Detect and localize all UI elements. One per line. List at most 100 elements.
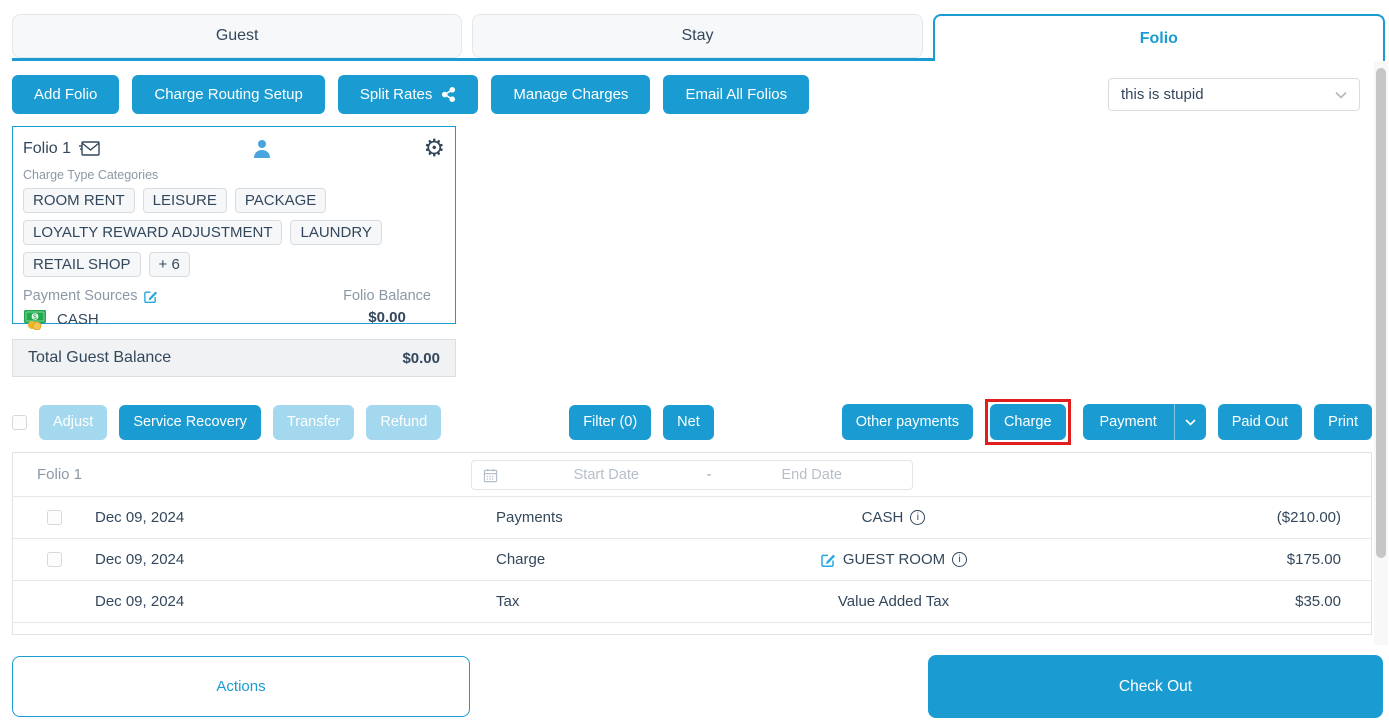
row-detail: Value Added Tax [838,593,949,610]
edit-payment-sources-icon[interactable] [143,289,158,304]
tab-guest[interactable]: Guest [12,14,462,58]
total-guest-balance-value: $0.00 [402,350,440,367]
row-checkbox[interactable] [47,552,62,567]
row-checkbox[interactable] [47,510,62,525]
tab-folio-label: Folio [1140,30,1178,48]
category-chip: LOYALTY REWARD ADJUSTMENT [23,220,282,245]
end-date-placeholder[interactable]: End Date [711,467,912,483]
email-all-folios-button[interactable]: Email All Folios [663,75,809,114]
refund-button[interactable]: Refund [366,405,441,440]
folio-balance-block: Folio Balance $0.00 [343,288,431,330]
row-checkbox-cell [47,552,95,567]
filter-action-group: Filter (0) Net [569,405,714,440]
split-rates-label: Split Rates [360,86,433,103]
check-out-button[interactable]: Check Out [928,655,1383,718]
right-action-group: Other payments Charge Payment Paid Out P… [842,399,1372,445]
folio-select-value: this is stupid [1121,86,1204,103]
left-action-group: Adjust Service Recovery Transfer Refund [12,405,441,440]
net-button[interactable]: Net [663,405,714,440]
total-guest-balance-label: Total Guest Balance [28,349,171,367]
charge-button[interactable]: Charge [990,404,1066,440]
scrollbar-thumb[interactable] [1376,68,1386,558]
folio-balance-label: Folio Balance [343,288,431,304]
row-detail-cell: GUEST ROOM i [646,551,1141,568]
payment-chevron-down-icon[interactable] [1175,404,1206,440]
service-recovery-button[interactable]: Service Recovery [119,405,261,440]
folio-card-header: Folio 1 ⚙ [23,137,445,161]
payment-sources-label: Payment Sources [23,288,137,304]
payment-source-item: $ CASH [23,308,158,330]
row-date: Dec 09, 2024 [95,593,496,610]
tab-bar: Guest Stay Folio [12,14,1385,61]
more-categories-badge[interactable]: + 6 [149,252,190,277]
row-date: Dec 09, 2024 [95,509,496,526]
category-chip: PACKAGE [235,188,326,213]
table-row-charge: Dec 09, 2024 Charge GUEST ROOM i $175.00 [13,539,1371,581]
charge-type-categories: ROOM RENT LEISURE PACKAGE LOYALTY REWARD… [23,188,445,277]
payment-source-name: CASH [57,311,99,328]
payment-button-label: Payment [1083,404,1174,440]
row-detail-cell: Value Added Tax [646,593,1141,610]
charge-type-categories-label: Charge Type Categories [23,168,445,182]
select-all-checkbox[interactable] [12,415,27,430]
folio-card-footer: Payment Sources $ CASH Folio Balance $0.… [23,288,445,330]
category-chip: LAUNDRY [290,220,381,245]
charge-routing-setup-button[interactable]: Charge Routing Setup [132,75,324,114]
info-icon[interactable]: i [952,552,967,567]
row-type: Charge [496,551,646,568]
row-detail: CASH [862,509,904,526]
date-range-input[interactable]: Start Date - End Date [471,460,913,490]
tab-guest-label: Guest [216,27,259,45]
table-header: Folio 1 Start Date - End Date [13,453,1371,497]
row-amount: $35.00 [1141,593,1341,610]
tab-folio[interactable]: Folio [933,14,1385,61]
folio-select-dropdown[interactable]: this is stupid [1108,78,1360,111]
transaction-actions-row: Adjust Service Recovery Transfer Refund … [12,400,1372,444]
category-chip: RETAIL SHOP [23,252,141,277]
tab-stay-label: Stay [681,27,713,45]
email-folio-icon[interactable] [78,141,100,157]
filter-button[interactable]: Filter (0) [569,405,651,440]
chevron-down-icon [1335,91,1347,99]
actions-button[interactable]: Actions [12,656,470,717]
category-chip: ROOM RENT [23,188,135,213]
folio-card: Folio 1 ⚙ Charge Type Categories ROOM RE… [12,126,456,324]
transactions-table: Folio 1 Start Date - End Date Dec 09, 20… [12,452,1372,635]
share-icon [441,87,456,102]
add-folio-button[interactable]: Add Folio [12,75,119,114]
edit-charge-icon[interactable] [820,552,836,568]
adjust-button[interactable]: Adjust [39,405,107,440]
total-guest-balance: Total Guest Balance $0.00 [12,339,456,377]
cash-icon: $ [23,308,49,330]
folio-toolbar: Add Folio Charge Routing Setup Split Rat… [12,75,1360,114]
vertical-scrollbar[interactable] [1374,62,1388,645]
other-payments-button[interactable]: Other payments [842,404,973,440]
payment-sources-row: Payment Sources [23,288,158,304]
gear-icon[interactable]: ⚙ [423,137,445,161]
info-icon[interactable]: i [910,510,925,525]
row-type: Tax [496,593,646,610]
folio-title-label: Folio 1 [23,140,71,158]
row-amount: ($210.00) [1141,509,1341,526]
tab-stay[interactable]: Stay [472,14,922,58]
payment-split-button[interactable]: Payment [1083,404,1206,440]
print-button[interactable]: Print [1314,404,1372,440]
transfer-button[interactable]: Transfer [273,405,354,440]
svg-text:$: $ [33,313,37,321]
payment-sources-block: Payment Sources $ CASH [23,288,158,330]
row-type: Payments [496,509,646,526]
annotation-highlight-box: Charge [985,399,1071,445]
row-detail-cell: CASH i [646,509,1141,526]
calendar-icon [483,468,498,483]
start-date-placeholder[interactable]: Start Date [506,467,707,483]
row-checkbox-cell [47,510,95,525]
row-date: Dec 09, 2024 [95,551,496,568]
split-rates-button[interactable]: Split Rates [338,75,479,114]
category-chip: LEISURE [143,188,227,213]
paid-out-button[interactable]: Paid Out [1218,404,1302,440]
row-amount: $175.00 [1141,551,1341,568]
folio-card-title: Folio 1 [23,140,100,158]
folio-group-label: Folio 1 [37,466,82,483]
guest-person-icon[interactable] [253,139,271,159]
manage-charges-button[interactable]: Manage Charges [491,75,650,114]
